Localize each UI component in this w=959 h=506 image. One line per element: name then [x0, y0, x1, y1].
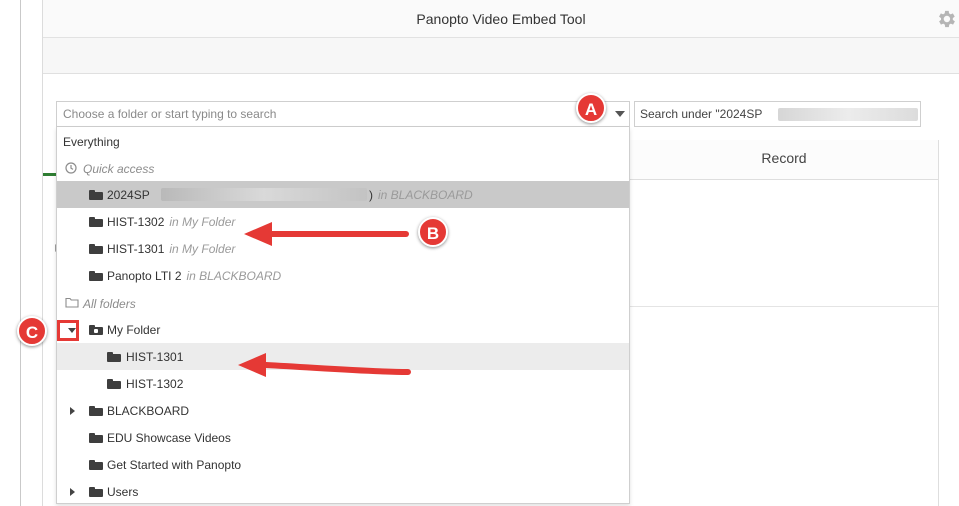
folder-name: EDU Showcase Videos	[107, 431, 231, 445]
divider	[630, 306, 938, 307]
callout-arrow-b	[244, 222, 409, 246]
gear-icon[interactable]	[935, 8, 957, 30]
folder-name: Get Started with Panopto	[107, 458, 242, 472]
tree-item[interactable]: Get Started with Panopto	[57, 451, 629, 478]
folder-name: My Folder	[107, 323, 161, 337]
caret-right-icon[interactable]	[70, 407, 75, 415]
tree-item-my-folder[interactable]: My Folder	[57, 316, 629, 343]
tab-record-label: Record	[761, 150, 807, 166]
section-header-label: Quick access	[83, 162, 155, 176]
folder-name: HIST-1301	[126, 350, 184, 364]
window-title: Panopto Video Embed Tool	[416, 11, 586, 27]
folder-icon	[89, 406, 103, 416]
folder-name-row: HIST-1301 in My Folder	[107, 242, 235, 256]
folder-icon	[89, 271, 103, 281]
left-margin	[0, 0, 20, 506]
folder-search-input[interactable]	[57, 102, 597, 126]
redacted-text	[778, 108, 918, 121]
caret-right-icon[interactable]	[70, 488, 75, 496]
folder-icon	[89, 487, 103, 497]
folder-name-row: Panopto LTI 2 in BLACKBOARD	[107, 269, 281, 283]
folder-icon	[89, 433, 103, 443]
callout-badge-a: A	[576, 93, 606, 123]
callout-badge-b: B	[418, 217, 448, 247]
tree-item-blackboard[interactable]: BLACKBOARD	[57, 397, 629, 424]
folder-name: Users	[107, 485, 139, 499]
folder-name: HIST-1302	[107, 215, 165, 229]
folder-dropdown: Everything Quick access 2024SP ) in BLACK…	[56, 127, 630, 504]
folder-icon	[89, 217, 103, 227]
folder-icon	[89, 244, 103, 254]
clock-icon	[65, 162, 77, 174]
frame-border	[20, 0, 21, 506]
chevron-down-icon[interactable]	[615, 111, 625, 117]
callout-badge-c: C	[17, 316, 47, 346]
callout-arrow-hist	[238, 353, 411, 377]
folder-name: 2024SP	[107, 188, 150, 202]
title-bar: Panopto Video Embed Tool	[43, 0, 959, 38]
scoped-search-placeholder: Search under "2024SP	[640, 107, 763, 121]
scoped-search-input[interactable]: Search under "2024SP	[634, 101, 921, 127]
tree-item[interactable]: EDU Showcase Videos	[57, 424, 629, 451]
user-folder-icon	[89, 325, 103, 335]
folder-name: Panopto LTI 2	[107, 269, 182, 283]
folder-name: HIST-1302	[126, 377, 184, 391]
folder-name-suffix-text: )	[369, 188, 373, 202]
panel-border	[938, 140, 939, 506]
list-item[interactable]: Panopto LTI 2 in BLACKBOARD	[57, 262, 629, 289]
folder-search-combobox[interactable]	[56, 101, 630, 127]
folder-name-row: HIST-1302 in My Folder	[107, 215, 235, 229]
list-item-everything[interactable]: Everything	[57, 127, 629, 154]
toolbar	[43, 38, 959, 74]
tab-record[interactable]: Record	[630, 140, 938, 180]
list-item-label: Everything	[63, 135, 120, 149]
redacted-text	[161, 188, 367, 201]
folder-name: BLACKBOARD	[107, 404, 190, 418]
section-header-quick-access: Quick access	[57, 154, 629, 181]
list-item[interactable]: 2024SP ) in BLACKBOARD	[57, 181, 629, 208]
section-header-label: All folders	[83, 297, 136, 311]
folder-location: in BLACKBOARD	[186, 269, 282, 283]
callout-highlight-box	[57, 320, 79, 341]
folder-outline-icon	[65, 297, 79, 308]
folder-icon	[107, 352, 121, 362]
folder-icon	[89, 460, 103, 470]
folder-icon	[89, 190, 103, 200]
folder-icon	[107, 379, 121, 389]
folder-location: in BLACKBOARD	[378, 188, 473, 202]
folder-location: in My Folder	[169, 242, 236, 256]
tree-item-users[interactable]: Users	[57, 478, 629, 503]
folder-name-suffix: ) in BLACKBOARD	[369, 188, 473, 202]
folder-name: HIST-1301	[107, 242, 165, 256]
folder-location: in My Folder	[169, 215, 236, 229]
active-tab-indicator	[43, 173, 57, 176]
section-header-all-folders: All folders	[57, 289, 629, 316]
